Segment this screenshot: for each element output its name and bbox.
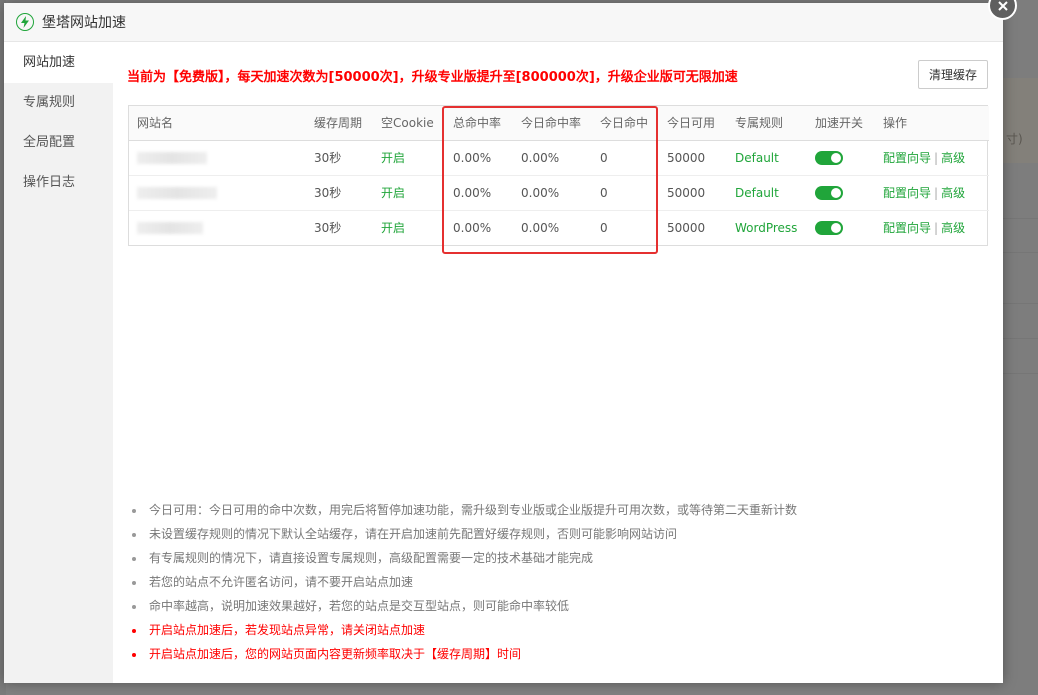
column-header: 操作 — [875, 106, 989, 141]
site-name-cell — [129, 210, 306, 245]
today-hit-rate-cell: 0.00% — [513, 140, 592, 176]
today-hits-cell: 0 — [592, 175, 659, 211]
sidebar-item-global-config[interactable]: 全局配置 — [4, 123, 113, 163]
table-row: 30秒 开启 0.00% 0.00% 0 50000 WordPress 配置向… — [129, 210, 989, 245]
cookie-cell: 开启 — [381, 221, 406, 236]
total-hit-rate-cell: 0.00% — [445, 140, 513, 176]
column-header: 今日命中率 — [513, 106, 592, 141]
tip-item: 若您的站点不允许匿名访问，请不要开启站点加速 — [129, 570, 797, 594]
acceleration-toggle[interactable] — [815, 185, 843, 200]
tip-item: 今日可用：今日可用的命中次数，用完后将暂停加速功能，需升级到专业版或企业版提升可… — [129, 498, 797, 522]
column-header: 总命中率 — [445, 106, 513, 141]
table-row: 30秒 开启 0.00% 0.00% 0 50000 Default 配置向导 |… — [129, 140, 989, 176]
dialog-title: 堡塔网站加速 — [42, 15, 126, 31]
cache-period-cell: 30秒 — [306, 175, 373, 211]
column-header: 今日命中 — [592, 106, 659, 141]
exclusive-rule-link[interactable]: WordPress — [727, 210, 807, 245]
background-divider — [1003, 252, 1038, 253]
column-header: 空Cookie — [373, 106, 445, 141]
background-strip — [1003, 78, 1038, 163]
today-available-cell: 50000 — [659, 140, 727, 176]
today-available-cell: 50000 — [659, 175, 727, 211]
column-header: 网站名 — [129, 106, 306, 141]
column-header: 专属规则 — [727, 106, 807, 141]
table-row: 30秒 开启 0.00% 0.00% 0 50000 Default 配置向导 |… — [129, 175, 989, 211]
redacted-site-name — [137, 187, 217, 199]
today-hits-cell: 0 — [600, 220, 608, 235]
site-name-cell — [129, 175, 306, 211]
tip-item: 有专属规则的情况下，请直接设置专属规则，高级配置需要一定的技术基础才能完成 — [129, 546, 797, 570]
action-separator: | — [934, 186, 939, 200]
action-separator: | — [934, 221, 939, 236]
actions-cell: 配置向导 | 高级 — [875, 175, 989, 211]
sidebar-item-site-acceleration[interactable]: 网站加速 — [4, 43, 113, 83]
acceleration-toggle[interactable] — [815, 221, 843, 235]
tips-list: 今日可用：今日可用的命中次数，用完后将暂停加速功能，需升级到专业版或企业版提升可… — [129, 498, 797, 666]
tip-item: 命中率越高，说明加速效果越好，若您的站点是交互型站点，则可能命中率较低 — [129, 594, 797, 618]
background-divider — [1003, 303, 1038, 304]
actions-cell: 配置向导 | 高级 — [875, 210, 989, 245]
sites-table: 网站名 缓存周期 空Cookie 总命中率 今日命中率 今日命中 今日可用 专属… — [128, 105, 989, 246]
switch-cell — [807, 140, 875, 176]
switch-cell — [807, 175, 875, 211]
today-hit-rate-cell: 0.00% — [513, 175, 592, 211]
switch-cell — [807, 210, 875, 245]
main-content: 当前为【免费版】，每天加速次数为[50000次]，升级专业版提升至[800000… — [113, 43, 1003, 683]
sidebar-item-operation-log[interactable]: 操作日志 — [4, 163, 113, 203]
acceleration-toggle[interactable] — [815, 150, 843, 165]
today-available-cell: 50000 — [667, 220, 706, 235]
today-hits-cell: 0 — [592, 140, 659, 176]
total-hit-rate-cell: 0.00% — [453, 220, 492, 235]
background-text: 寸) — [1006, 132, 1023, 146]
advanced-link[interactable]: 高级 — [941, 221, 965, 235]
background-divider — [1003, 338, 1038, 339]
site-name-cell — [129, 140, 306, 176]
exclusive-rule-link[interactable]: Default — [727, 175, 807, 211]
column-header: 加速开关 — [807, 106, 875, 141]
tip-item-warning: 开启站点加速后，您的网站页面内容更新频率取决于【缓存周期】时间 — [129, 642, 797, 666]
site-acceleration-dialog: 堡塔网站加速 网站加速 专属规则 全局配置 操作日志 当前为【免费版】，每天加速… — [4, 0, 1017, 683]
today-hit-rate-cell: 0.00% — [521, 220, 560, 235]
sidebar: 网站加速 专属规则 全局配置 操作日志 — [4, 43, 113, 683]
column-header: 缓存周期 — [306, 106, 373, 141]
actions-cell: 配置向导 | 高级 — [875, 140, 989, 176]
version-notice: 当前为【免费版】，每天加速次数为[50000次]，升级专业版提升至[800000… — [127, 70, 738, 85]
cache-period-cell: 30秒 — [314, 221, 342, 236]
redacted-site-name — [137, 152, 207, 164]
advanced-link[interactable]: 高级 — [941, 151, 965, 165]
action-separator: | — [934, 151, 939, 165]
exclusive-rule-link[interactable]: Default — [727, 140, 807, 176]
background-divider — [1003, 373, 1038, 374]
config-wizard-link[interactable]: 配置向导 — [883, 186, 931, 200]
config-wizard-link[interactable]: 配置向导 — [883, 221, 931, 235]
clear-cache-button[interactable]: 清理缓存 — [918, 60, 988, 89]
cookie-cell: 开启 — [373, 175, 445, 211]
dialog-header: 堡塔网站加速 — [4, 3, 1003, 42]
lightning-icon — [16, 13, 34, 31]
total-hit-rate-cell: 0.00% — [445, 175, 513, 211]
background-divider — [1003, 218, 1038, 219]
table-header-row: 网站名 缓存周期 空Cookie 总命中率 今日命中率 今日命中 今日可用 专属… — [129, 106, 989, 141]
cookie-cell: 开启 — [373, 140, 445, 176]
config-wizard-link[interactable]: 配置向导 — [883, 151, 931, 165]
cache-period-cell: 30秒 — [306, 140, 373, 176]
sidebar-item-exclusive-rules[interactable]: 专属规则 — [4, 83, 113, 123]
close-icon — [997, 0, 1008, 11]
advanced-link[interactable]: 高级 — [941, 186, 965, 200]
redacted-site-name — [137, 222, 203, 235]
tip-item: 未设置缓存规则的情况下默认全站缓存，请在开启加速前先配置好缓存规则，否则可能影响… — [129, 522, 797, 546]
column-header: 今日可用 — [659, 106, 727, 141]
tip-item-warning: 开启站点加速后，若发现站点异常，请关闭站点加速 — [129, 618, 797, 642]
